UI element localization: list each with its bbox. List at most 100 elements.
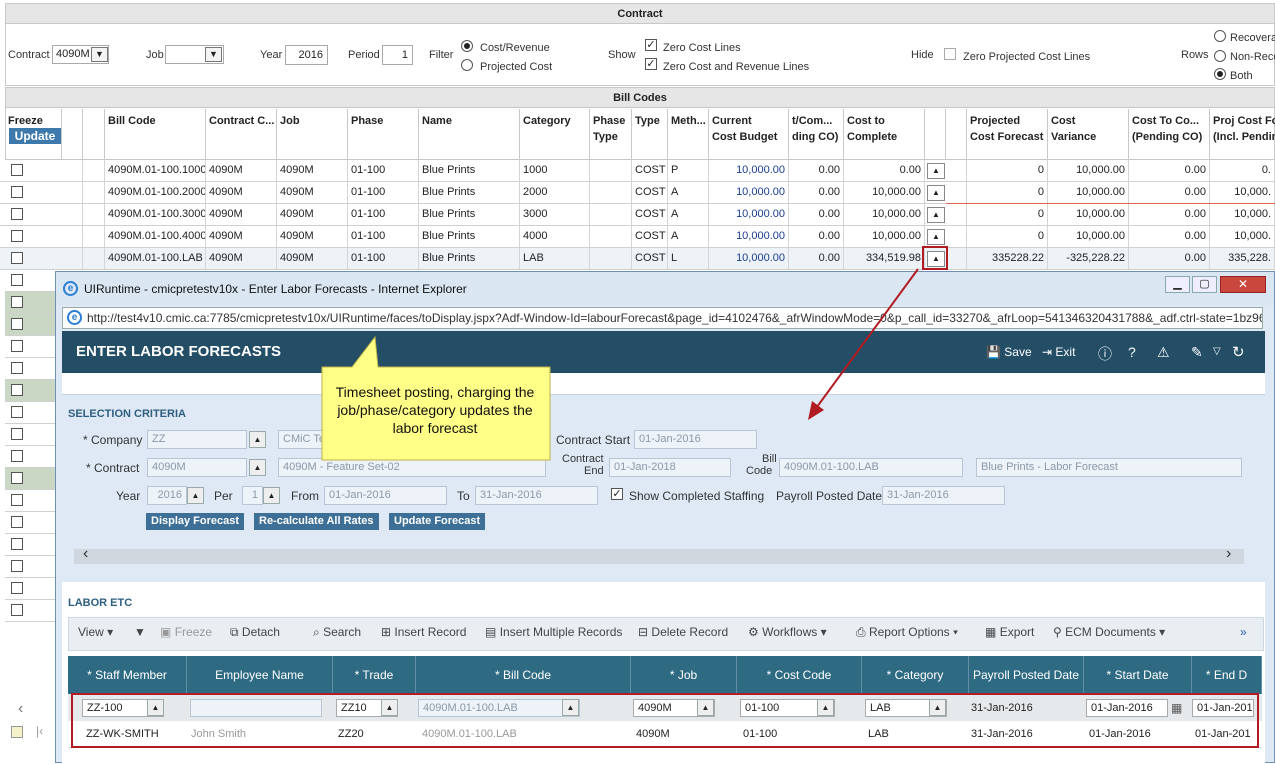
company-input[interactable]: ZZ <box>147 430 247 449</box>
proj-cost-forecast-header[interactable]: Proj Cost Fo (Incl. Pendin <box>1210 109 1275 159</box>
scroll-left-icon[interactable]: ‹ <box>18 700 23 718</box>
row-checkbox[interactable] <box>11 516 23 528</box>
contract-input[interactable]: 4090M <box>147 458 247 477</box>
bill-code-header[interactable]: Bill Code <box>105 109 206 159</box>
insert-record-button[interactable]: ⊞ Insert Record <box>381 625 466 639</box>
method-header[interactable]: Meth... <box>668 109 709 159</box>
detail-button[interactable]: ▲ <box>927 229 945 245</box>
search-button[interactable]: ⌕ Search <box>313 625 361 640</box>
update-forecast-button[interactable]: Update Forecast <box>389 513 486 530</box>
contract-header[interactable]: Contract C... <box>206 109 277 159</box>
detail-button[interactable]: ▲ <box>927 185 945 201</box>
warning-icon[interactable]: ⚠ <box>1157 344 1170 361</box>
staff-member-header[interactable]: * Staff Member <box>68 656 187 694</box>
view-menu[interactable]: View ▾ <box>78 625 113 639</box>
contract-lookup[interactable]: ▲ <box>249 459 266 476</box>
end-date-header[interactable]: * End D <box>1192 656 1262 694</box>
refresh-icon[interactable]: ↻ <box>1232 343 1245 361</box>
current-cost-budget-header[interactable]: Current Cost Budget <box>709 109 789 159</box>
horizontal-scrollbar[interactable] <box>74 549 1244 564</box>
row-checkbox[interactable] <box>11 274 23 286</box>
row-checkbox[interactable] <box>11 560 23 572</box>
cost-variance-header[interactable]: Cost Variance <box>1048 109 1129 159</box>
rows-radio-recoverable[interactable] <box>1214 30 1226 42</box>
job-col-header[interactable]: * Job <box>631 656 737 694</box>
year-input[interactable]: 2016 <box>285 45 328 65</box>
projected-cost-forecast-header[interactable]: Projected Cost Forecast <box>967 109 1048 159</box>
category-header[interactable]: Category <box>520 109 590 159</box>
save-button[interactable]: 💾 Save <box>986 345 1032 359</box>
row-checkbox[interactable] <box>11 164 23 176</box>
rows-radio-non-recoverable[interactable] <box>1214 50 1226 62</box>
update-button[interactable]: Update <box>9 128 61 144</box>
company-lookup[interactable]: ▲ <box>249 431 266 448</box>
exit-button[interactable]: ⇥ Exit <box>1042 345 1075 359</box>
recalculate-rates-button[interactable]: Re-calculate All Rates <box>254 513 379 530</box>
category-col-header[interactable]: * Category <box>862 656 969 694</box>
row-checkbox[interactable] <box>11 582 23 594</box>
year-spin[interactable]: ▲ <box>187 487 204 504</box>
table-row[interactable]: 4090M.01-100.3000 4090M 4090M 01-100 Blue Pr… <box>0 204 1275 226</box>
per-input[interactable]: 1 <box>242 486 263 505</box>
detail-button[interactable]: ▲ <box>927 207 945 223</box>
scroll-left-icon[interactable]: ‹ <box>83 545 88 563</box>
detach-button[interactable]: ⧉ Detach <box>230 625 280 640</box>
cost-code-header[interactable]: * Cost Code <box>737 656 862 694</box>
row-checkbox[interactable] <box>11 538 23 550</box>
display-forecast-button[interactable]: Display Forecast <box>146 513 245 530</box>
close-window-button[interactable]: ✕ <box>1220 276 1266 293</box>
maximize-button[interactable]: ▢ <box>1192 276 1217 293</box>
type-header[interactable]: Type <box>632 109 668 159</box>
ecm-documents-button[interactable]: ⚲ ECM Documents ▾ <box>1053 625 1165 639</box>
info-icon[interactable]: ⓘ <box>1098 344 1112 364</box>
employee-name-header[interactable]: Employee Name <box>187 656 333 694</box>
freeze-button[interactable]: ▣ Freeze <box>160 625 212 639</box>
per-spin[interactable]: ▲ <box>263 487 280 504</box>
name-header[interactable]: Name <box>419 109 520 159</box>
show-zero-cost-checkbox[interactable]: ✓ <box>645 39 657 51</box>
row-checkbox[interactable] <box>11 230 23 242</box>
table-row[interactable]: 4090M.01-100.2000 4090M 4090M 01-100 Blue Pr… <box>0 182 1275 204</box>
trade-header[interactable]: * Trade <box>333 656 416 694</box>
filter-radio-cost-revenue[interactable] <box>461 40 473 52</box>
cost-to-complete-pending-header[interactable]: Cost To Co... (Pending CO) <box>1129 109 1210 159</box>
chevron-down-icon[interactable]: ▼ <box>205 47 222 62</box>
edit-icon[interactable]: ✎ <box>1191 344 1203 361</box>
workflows-button[interactable]: ⚙ Workflows ▾ <box>748 625 827 639</box>
row-checkbox[interactable] <box>11 296 23 308</box>
phase-header[interactable]: Phase <box>348 109 419 159</box>
job-header[interactable]: Job <box>277 109 348 159</box>
minimize-button[interactable]: ▁ <box>1165 276 1190 293</box>
phase-type-header[interactable]: Phase Type <box>590 109 632 159</box>
chevron-down-icon[interactable]: ▼ <box>91 47 108 62</box>
table-row[interactable]: 4090M.01-100.4000 4090M 4090M 01-100 Blue Pr… <box>0 226 1275 248</box>
bill-code-col-header[interactable]: * Bill Code <box>416 656 631 694</box>
row-checkbox[interactable] <box>11 384 23 396</box>
export-button[interactable]: ▦ Export <box>985 625 1034 639</box>
committed-header[interactable]: t/Com... ding CO) <box>789 109 844 159</box>
delete-record-button[interactable]: ⊟ Delete Record <box>638 625 728 639</box>
row-checkbox[interactable] <box>11 362 23 374</box>
row-checkbox[interactable] <box>11 494 23 506</box>
help-icon[interactable]: ? <box>1128 344 1136 360</box>
payroll-posted-date-header[interactable]: Payroll Posted Date <box>969 656 1084 694</box>
first-page-icon[interactable]: |‹ <box>36 724 43 738</box>
table-row[interactable]: 4090M.01-100.LAB 4090M 4090M 01-100 Blue Pri… <box>0 248 1275 270</box>
cost-to-complete-header[interactable]: Cost to Complete <box>844 109 925 159</box>
show-completed-checkbox[interactable]: ✓ <box>611 488 623 500</box>
row-checkbox[interactable] <box>11 472 23 484</box>
row-checkbox[interactable] <box>11 252 23 264</box>
row-checkbox[interactable] <box>11 208 23 220</box>
rows-radio-both[interactable] <box>1214 68 1226 80</box>
scroll-right-icon[interactable]: › <box>1226 545 1231 563</box>
row-checkbox[interactable] <box>11 604 23 616</box>
filter-icon[interactable]: ▼ <box>134 625 146 639</box>
period-input[interactable]: 1 <box>382 45 413 65</box>
more-icon[interactable]: » <box>1240 625 1247 639</box>
row-checkbox[interactable] <box>11 186 23 198</box>
start-date-header[interactable]: * Start Date <box>1084 656 1192 694</box>
row-checkbox[interactable] <box>11 340 23 352</box>
table-row[interactable]: 4090M.01-100.1000 4090M 4090M 01-100 Blue Pr… <box>0 160 1275 182</box>
address-bar[interactable]: http://test4v10.cmic.ca:7785/cmicpretest… <box>62 307 1263 329</box>
chevron-down-icon[interactable]: ▽ <box>1213 346 1221 357</box>
